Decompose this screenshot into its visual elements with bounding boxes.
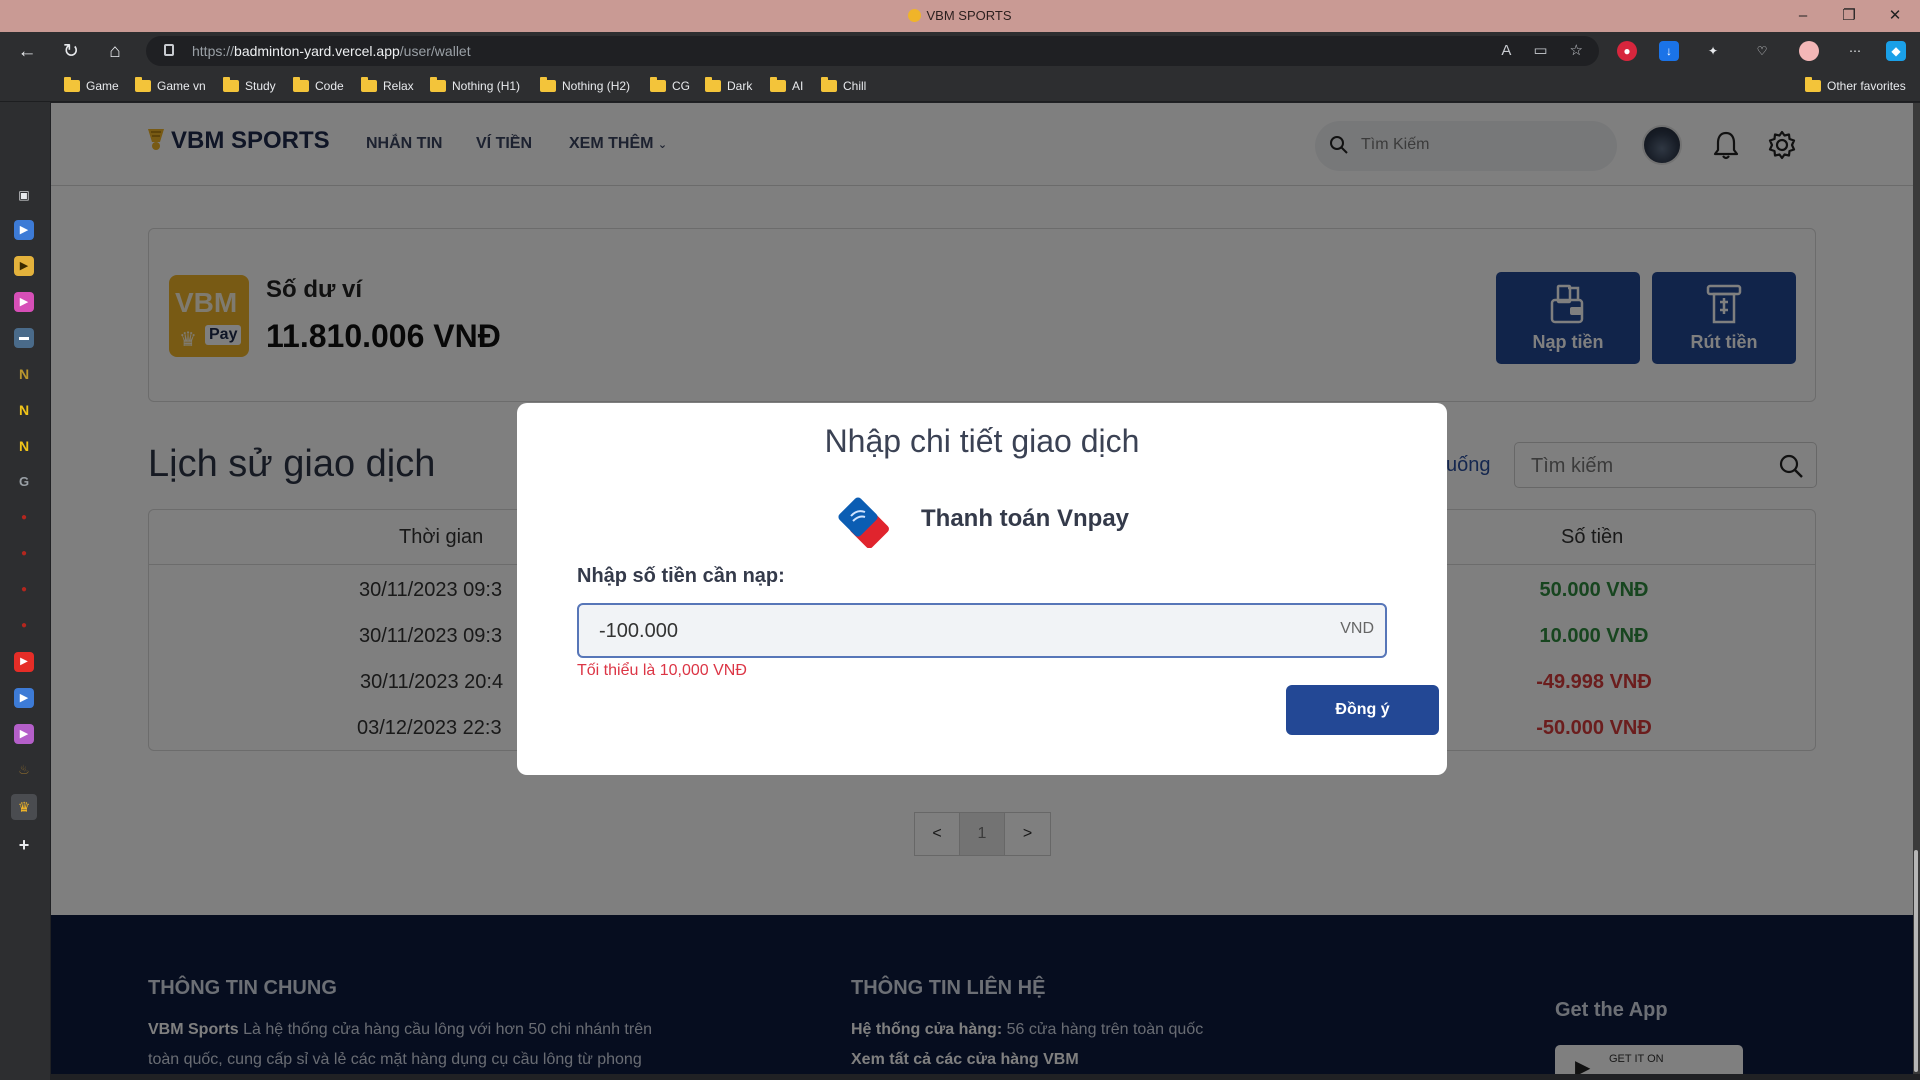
read-aloud-icon[interactable]: A [1501,36,1511,66]
favorite-label: Dark [727,79,753,93]
payment-method-label: Thanh toán Vnpay [921,505,1130,532]
favorite-folder[interactable]: Game vn [135,77,206,94]
favorite-folder[interactable]: Nothing (H2) [540,77,631,94]
minimize-button[interactable]: – [1780,4,1826,28]
favorite-label: CG [672,79,690,93]
favorite-label: Game [86,79,119,93]
vnpay-logo-icon [838,497,889,548]
profile-avatar-icon[interactable] [1799,41,1819,61]
amount-field-label: Nhập số tiền cần nạp: [577,565,785,587]
sidebar-add-icon[interactable]: + [14,835,34,855]
favorite-folder[interactable]: Chill [821,77,867,94]
folder-icon [1805,77,1821,92]
url-actions: A ▭ ☆ [1501,36,1583,66]
sidebar-tab-image-icon[interactable]: ▬ [14,328,34,348]
sidebar-tab-n-icon[interactable]: N [14,364,34,384]
favorite-folder[interactable]: Code [293,77,344,94]
extension-red-icon[interactable]: ● [1617,41,1637,61]
folder-icon [223,77,239,92]
url-host: badminton-yard.vercel.app [234,43,400,59]
folder-icon [361,77,377,92]
restore-button[interactable]: ❐ [1826,4,1872,28]
favorite-label: Chill [843,79,867,93]
window-title: VBM SPORTS [0,8,1920,23]
extensions-puzzle-icon[interactable]: ✦ [1703,41,1723,61]
other-favorites[interactable]: Other favorites [1805,77,1906,94]
folder-icon [821,77,837,92]
folder-icon [430,77,446,92]
sidebar-tab-youtube-icon[interactable]: ● [14,508,34,528]
page-scrollbar-thumb[interactable] [1914,850,1918,1072]
sidebar-tab-google-icon[interactable]: G [14,472,34,492]
close-window-button[interactable]: ✕ [1872,4,1918,28]
window-title-text: VBM SPORTS [926,8,1012,23]
favorites-bar: Game Game vn Study Code Relax Nothing (H… [0,70,1920,102]
favorite-folder[interactable]: Relax [361,77,414,94]
web-page: VBM SPORTS NHẮN TIN VÍ TIỀN XEM THÊM ⌄ T… [51,103,1913,1074]
folder-icon [293,77,309,92]
browser-essentials-icon[interactable]: ♡ [1752,41,1772,61]
favorite-folder[interactable]: Study [223,77,276,94]
favorite-folder[interactable]: Game [64,77,119,94]
sidebar-tab-java-icon[interactable]: ♨ [14,760,34,780]
folder-icon [64,77,80,92]
sidebar-tab-youtube-icon[interactable]: ▶ [14,652,34,672]
sidebar-tab-n-icon[interactable]: N [14,436,34,456]
sidebar-tab-youtube-icon[interactable]: ● [14,544,34,564]
transaction-modal: Nhập chi tiết giao dịch Thanh toán Vnpay… [517,403,1447,775]
window-titlebar: VBM SPORTS – ❐ ✕ [0,0,1920,32]
more-menu-icon[interactable]: ⋯ [1845,41,1865,61]
sidebar-tab-video-icon[interactable]: ▶ [14,724,34,744]
url-field[interactable]: https://badminton-yard.vercel.app/user/w… [146,36,1599,66]
sidebar-tab-youtube-icon[interactable]: ● [14,580,34,600]
address-bar-row: ← ↻ ⌂ https://badminton-yard.vercel.app/… [0,32,1920,70]
confirm-button[interactable]: Đồng ý [1286,685,1439,735]
folder-icon [135,77,151,92]
folder-icon [705,77,721,92]
favorite-folder[interactable]: CG [650,77,690,94]
download-extension-icon[interactable]: ↓ [1659,41,1679,61]
back-button[interactable]: ← [14,39,40,65]
favorite-label: Code [315,79,344,93]
favorite-label: Nothing (H1) [452,79,521,93]
sidebar-tab-vbm-icon[interactable]: ♛ [11,794,37,820]
amount-input[interactable] [599,615,1299,647]
folder-icon [770,77,786,92]
tab-favicon-icon [908,9,922,22]
favorite-folder[interactable]: Dark [705,77,753,94]
reload-button[interactable]: ↻ [58,39,84,65]
sidebar-tab-youtube-icon[interactable]: ● [14,616,34,636]
home-button[interactable]: ⌂ [102,39,128,65]
favorite-folder[interactable]: AI [770,77,804,94]
url-path: /user/wallet [399,43,471,59]
favorite-label: Relax [383,79,414,93]
sidebar-tab-video-icon[interactable]: ▶ [14,292,34,312]
url-scheme: https:// [192,43,235,59]
amount-field[interactable]: VND [577,603,1387,658]
sidebar-tab-video-icon[interactable]: ▶ [14,220,34,240]
favorite-label: Nothing (H2) [562,79,631,93]
amount-error-message: Tối thiểu là 10,000 VNĐ [577,662,747,679]
folder-icon [650,77,666,92]
favorite-label: Other favorites [1827,79,1906,93]
sidebar-tab-n-icon[interactable]: N [14,400,34,420]
copilot-icon[interactable]: ◆ [1886,41,1906,61]
favorite-label: Study [245,79,276,93]
amount-unit: VND [1340,620,1374,637]
favorite-label: AI [792,79,804,93]
lock-icon [164,44,174,56]
sidebar-tab-video-icon[interactable]: ▶ [14,688,34,708]
sidebar-tab-video-icon[interactable]: ▶ [14,256,34,276]
favorite-star-icon[interactable]: ☆ [1570,36,1583,66]
tab-actions-icon[interactable]: ▣ [14,185,34,205]
modal-title: Nhập chi tiết giao dịch [824,423,1140,459]
immersive-reader-icon[interactable]: ▭ [1533,36,1547,66]
favorite-label: Game vn [157,79,206,93]
folder-icon [540,77,556,92]
favorite-folder[interactable]: Nothing (H1) [430,77,521,94]
browser-sidebar: ▣ ▶ ▶ ▶ ▬ N N N G ● ● ● ● ▶ ▶ ▶ ♨ ♛ + [0,102,50,1080]
